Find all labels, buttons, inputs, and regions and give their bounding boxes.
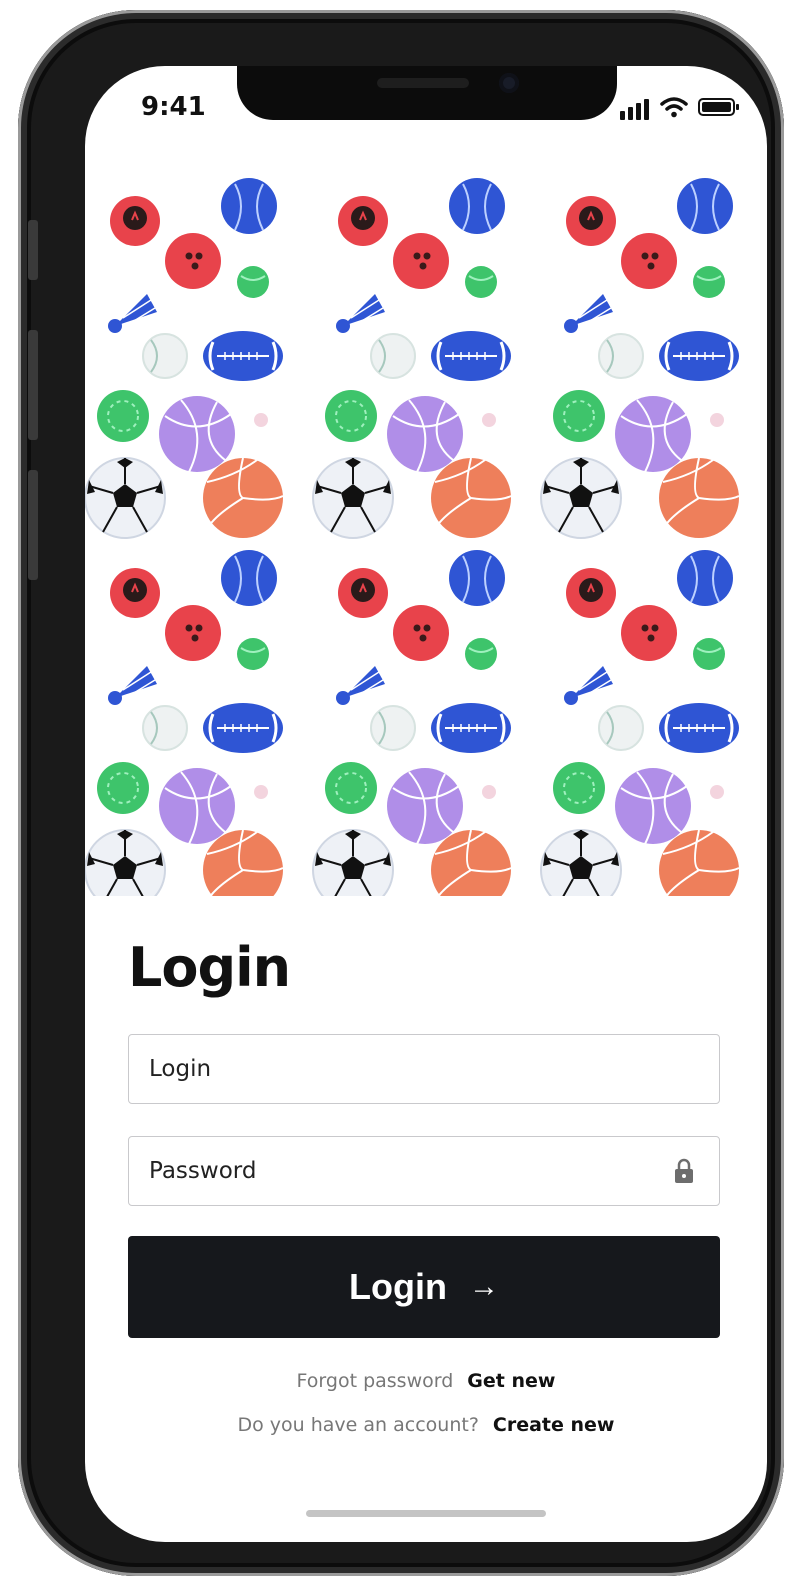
forgot-password-text: Forgot password bbox=[296, 1370, 454, 1392]
account-question-text: Do you have an account? bbox=[237, 1414, 479, 1436]
wifi-icon bbox=[660, 97, 688, 118]
login-input[interactable] bbox=[128, 1034, 720, 1104]
phone-frame: 9:41 Login Login Login → Forgot password… bbox=[18, 10, 784, 1576]
arrow-right-icon: → bbox=[468, 1270, 499, 1303]
sports-pattern-illustration bbox=[85, 176, 741, 896]
lock-icon bbox=[675, 1158, 693, 1183]
create-new-link[interactable]: Create new bbox=[493, 1414, 615, 1436]
get-new-link[interactable]: Get new bbox=[467, 1370, 555, 1392]
volume-down-button bbox=[28, 470, 38, 580]
battery-icon bbox=[698, 98, 739, 116]
speaker-grille bbox=[377, 78, 469, 88]
notch bbox=[237, 66, 617, 120]
login-button[interactable]: Login → bbox=[128, 1236, 720, 1338]
volume-up-button bbox=[28, 330, 38, 440]
create-account-row: Do you have an account? Create new bbox=[85, 1414, 767, 1436]
status-time: 9:41 bbox=[141, 92, 206, 122]
password-input[interactable] bbox=[128, 1136, 720, 1206]
phone-screen: 9:41 Login Login Login → Forgot password… bbox=[85, 66, 767, 1542]
home-indicator bbox=[306, 1510, 546, 1517]
forgot-password-row: Forgot password Get new bbox=[85, 1370, 767, 1392]
front-camera bbox=[499, 73, 519, 93]
silent-switch bbox=[28, 220, 38, 280]
status-icons bbox=[620, 96, 740, 120]
login-button-label: Login bbox=[349, 1266, 447, 1307]
page-title: Login bbox=[128, 936, 291, 999]
